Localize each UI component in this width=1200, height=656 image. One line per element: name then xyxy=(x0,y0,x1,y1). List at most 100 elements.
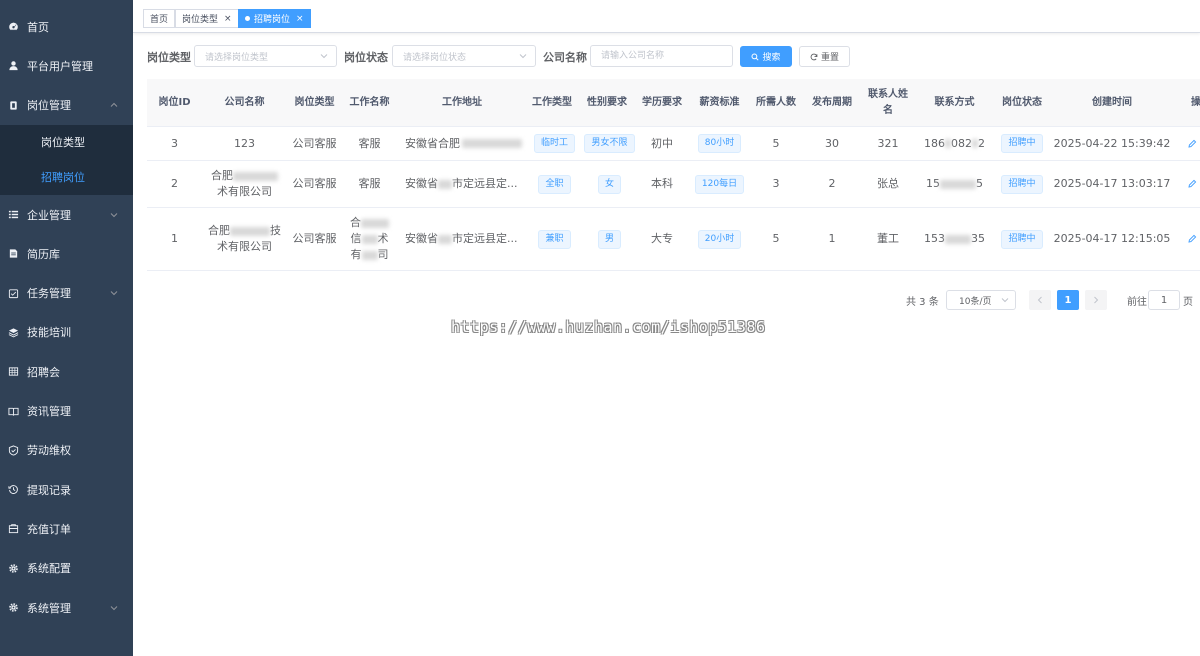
phone-prefix: 15 xyxy=(926,177,940,190)
sidebar-item-label: 劳动维权 xyxy=(27,444,71,458)
salary-tag: 80小时 xyxy=(697,134,742,153)
page-size-select[interactable]: 10条/页 xyxy=(946,290,1016,310)
redacted-text xyxy=(438,179,452,189)
job-text: 信 xyxy=(350,232,362,245)
job-text: 有 xyxy=(350,248,362,261)
column-header: 岗位类型 xyxy=(294,97,335,108)
sidebar-item-label: 提现记录 xyxy=(27,483,71,497)
edit-icon[interactable] xyxy=(1188,179,1198,189)
list-icon xyxy=(7,209,19,221)
chevron-down-icon xyxy=(320,52,328,60)
cell-work-type: 临时工 xyxy=(527,127,582,160)
tag-post-type[interactable]: 岗位类型 × xyxy=(175,9,239,28)
cell-count: 3 xyxy=(772,177,780,190)
cell-actions xyxy=(1188,127,1200,160)
sidebar-item-withdrawal-records[interactable]: 提现记录 xyxy=(0,470,133,509)
tags-view-bar: 首页 岗位类型 × 招聘岗位 × xyxy=(133,0,1200,33)
resume-icon xyxy=(7,248,19,260)
company-name-input[interactable] xyxy=(590,45,733,67)
sidebar-item-post-type[interactable]: 岗位类型 xyxy=(0,125,133,160)
post-type-label: 岗位类型 xyxy=(147,51,191,64)
tag-label: 首页 xyxy=(150,15,169,25)
column-header: 工作类型 xyxy=(532,97,572,108)
sidebar-item-enterprise-management[interactable]: 企业管理 xyxy=(0,195,133,234)
next-page-button[interactable] xyxy=(1085,290,1107,310)
post-icon xyxy=(7,99,19,111)
search-button-label: 搜索 xyxy=(762,53,781,63)
tag-home[interactable]: 首页 xyxy=(143,9,176,28)
cell-contact-name: 董工 xyxy=(877,232,899,245)
sidebar: 首页 平台用户管理 岗位管理 岗位类型 招聘岗位 企业管理 简历库 任务管理 技… xyxy=(0,0,133,656)
cell-job-name: 客服 xyxy=(358,177,381,190)
column-header: 所需人数 xyxy=(756,97,796,108)
cell-phone: 186 082 2 xyxy=(917,127,992,160)
column-header: 岗位ID xyxy=(158,97,191,108)
company-text: 合肥 xyxy=(211,169,233,182)
status-badge: 招聘中 xyxy=(1001,174,1043,194)
sidebar-item-home[interactable]: 首页 xyxy=(0,7,133,46)
post-status-select[interactable]: 请选择岗位状态 xyxy=(392,45,536,67)
order-icon xyxy=(7,523,19,535)
reset-button-label: 重置 xyxy=(820,53,839,63)
sidebar-item-label: 首页 xyxy=(27,20,49,34)
sidebar-item-system-config[interactable]: 系统配置 xyxy=(0,549,133,588)
cell-period: 30 xyxy=(825,136,839,150)
sidebar-item-recruitment-post[interactable]: 招聘岗位 xyxy=(0,160,133,195)
chevron-up-icon xyxy=(110,101,118,109)
prev-page-button[interactable] xyxy=(1029,290,1051,310)
job-line: 信术 xyxy=(351,231,389,247)
cell-created-time: 2025-04-17 12:15:05 xyxy=(1053,232,1171,245)
cell-phone: 15 5 xyxy=(917,161,992,207)
sidebar-item-labor-rights[interactable]: 劳动维权 xyxy=(0,431,133,470)
search-button[interactable]: 搜索 xyxy=(740,46,792,67)
sidebar-item-skill-training[interactable]: 技能培训 xyxy=(0,313,133,352)
redacted-text xyxy=(945,139,951,148)
sidebar-item-resume-library[interactable]: 简历库 xyxy=(0,234,133,273)
sidebar-item-platform-users[interactable]: 平台用户管理 xyxy=(0,46,133,85)
company-text: 合肥 xyxy=(208,224,230,237)
close-icon[interactable]: × xyxy=(296,14,304,24)
sidebar-item-task-management[interactable]: 任务管理 xyxy=(0,273,133,312)
tag-recruitment-post[interactable]: 招聘岗位 × xyxy=(238,9,311,28)
goto-page-input[interactable] xyxy=(1148,290,1180,310)
phone-middle: 082 xyxy=(951,136,972,150)
cell-work-type: 全职 xyxy=(527,161,582,207)
cell-company: 合肥 技 术有限公司 xyxy=(202,208,287,270)
redacted-text xyxy=(361,218,389,228)
reset-button[interactable]: 重置 xyxy=(799,46,850,67)
cell-address: 安徽省合肥 xyxy=(405,127,527,160)
redacted-text xyxy=(972,139,978,148)
job-line: 有司 xyxy=(351,247,389,263)
redacted-text xyxy=(438,234,452,244)
gender-tag: 男女不限 xyxy=(584,134,635,153)
post-type-select[interactable]: 请选择岗位类型 xyxy=(194,45,337,67)
post-status-placeholder: 请选择岗位状态 xyxy=(403,52,467,63)
edit-icon[interactable] xyxy=(1188,139,1198,149)
cell-job-name: 客服 xyxy=(358,136,381,150)
cell-address: 安徽省 市定远县定... xyxy=(405,208,527,270)
page-number-button[interactable]: 1 xyxy=(1057,290,1079,310)
redacted-text xyxy=(945,234,971,244)
sidebar-item-label: 岗位类型 xyxy=(41,136,85,150)
sidebar-item-job-fair[interactable]: 招聘会 xyxy=(0,352,133,391)
close-icon[interactable]: × xyxy=(224,14,232,24)
gender-tag: 男 xyxy=(597,229,621,249)
table-row: 3 123 公司客服 客服 安徽省合肥 临时工 男女不限 初中 80小时 5 3… xyxy=(147,127,1200,161)
column-header: 工作名称 xyxy=(349,97,390,108)
sidebar-item-label: 技能培训 xyxy=(27,326,71,340)
chevron-down-icon xyxy=(519,52,527,60)
goto-label: 前往 xyxy=(1127,297,1147,308)
cell-count: 5 xyxy=(772,136,780,150)
history-icon xyxy=(7,484,19,496)
job-text: 合 xyxy=(350,216,361,229)
sidebar-item-post-management[interactable]: 岗位管理 xyxy=(0,86,133,125)
sidebar-item-system-management[interactable]: 系统管理 xyxy=(0,588,133,627)
edit-icon[interactable] xyxy=(1188,234,1198,244)
dashboard-icon xyxy=(7,21,19,33)
sidebar-item-recharge-orders[interactable]: 充值订单 xyxy=(0,509,133,548)
shield-icon xyxy=(7,444,19,456)
pagination-total: 共 3 条 xyxy=(906,297,939,308)
cell-id: 1 xyxy=(171,232,178,245)
company-text: 技 xyxy=(270,224,281,237)
sidebar-item-news-management[interactable]: 资讯管理 xyxy=(0,391,133,430)
